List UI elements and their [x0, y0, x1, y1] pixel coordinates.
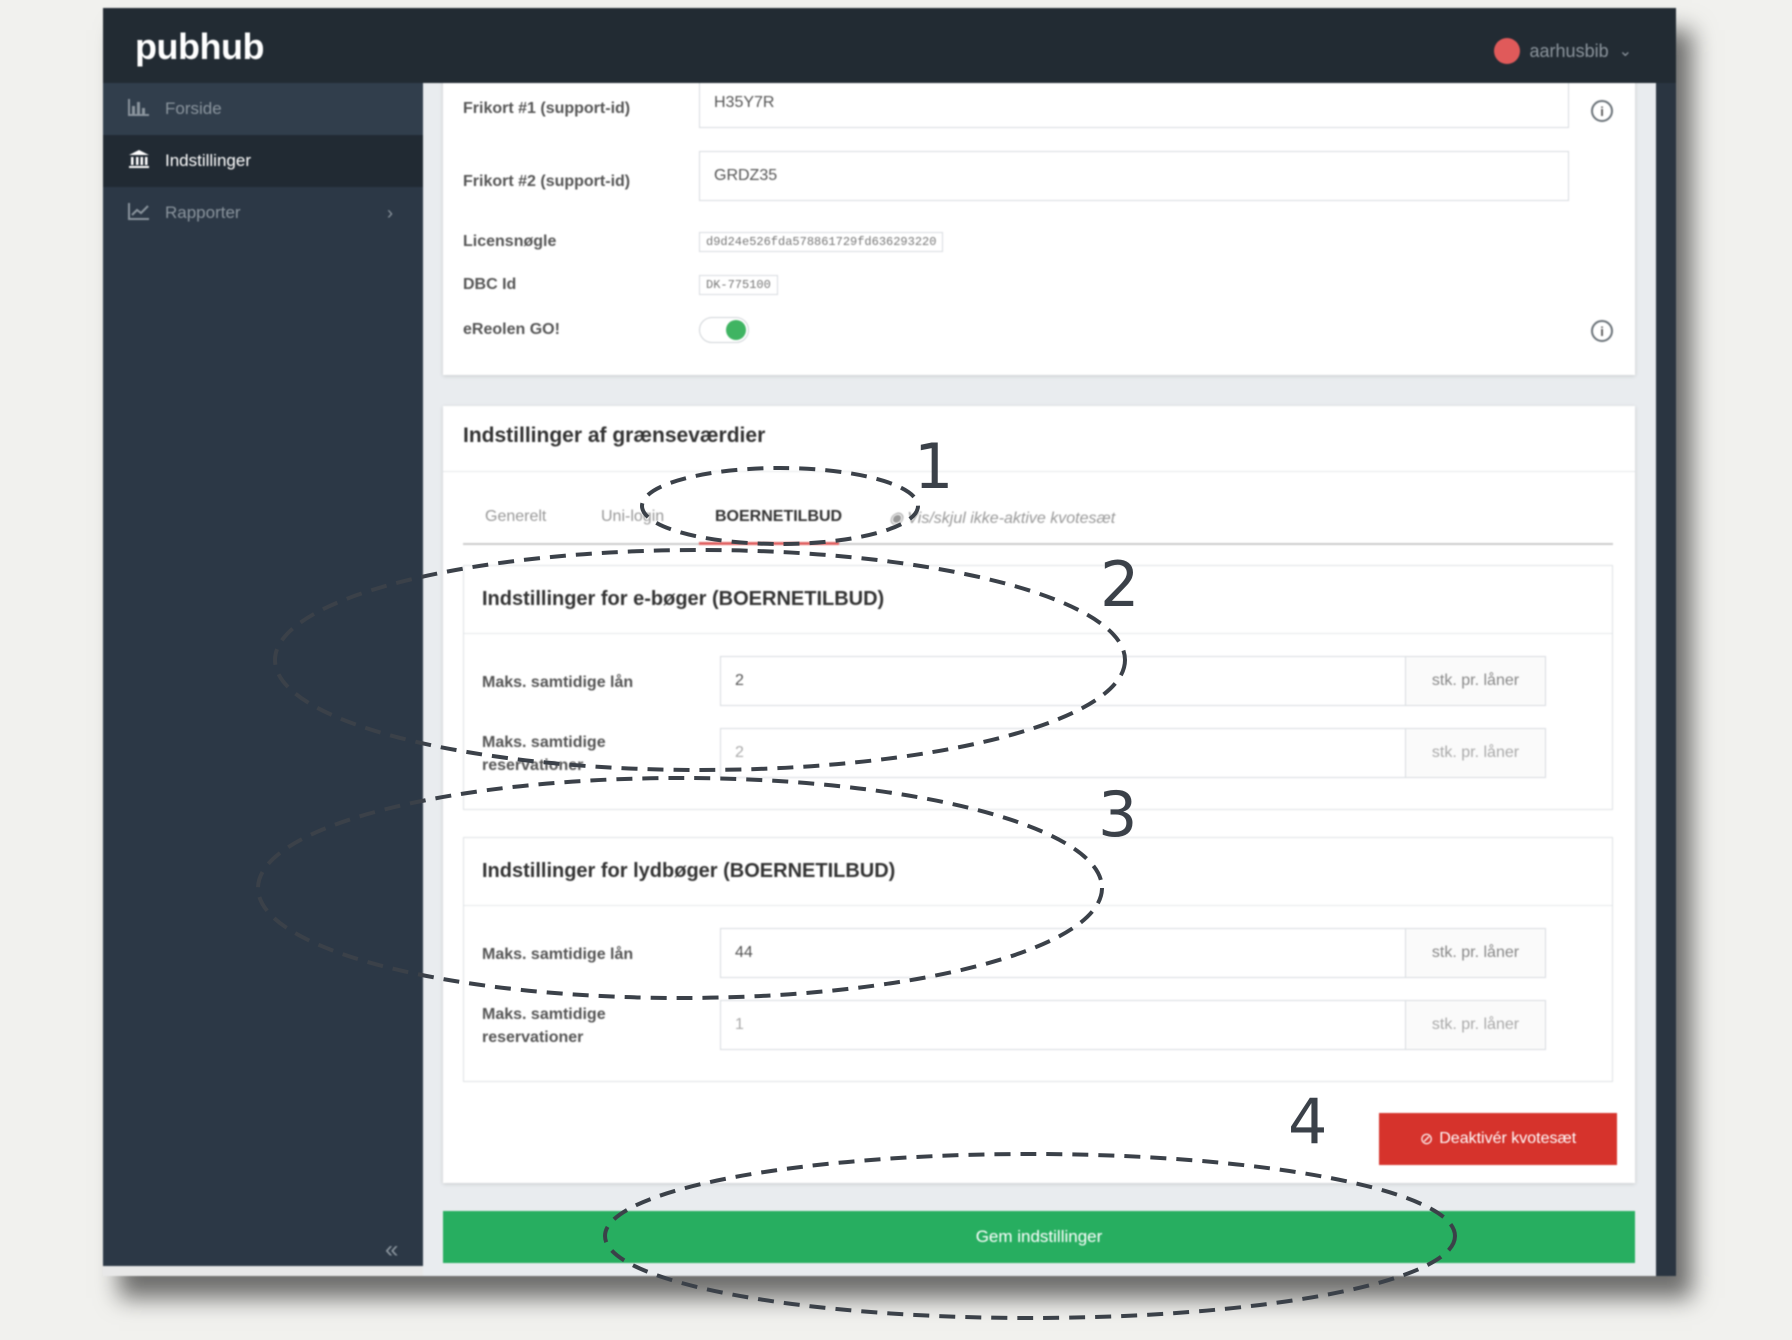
line-chart-icon [127, 202, 151, 225]
frikort1-label: Frikort #1 (support-id) [463, 100, 631, 117]
license-label: Licensnøgle [463, 233, 557, 250]
audiobooks-loans-group: 44 stk. pr. låner [720, 928, 1546, 978]
audiobooks-reservations-group: 1 stk. pr. låner [720, 1000, 1546, 1050]
annotation-number-1: 1 [914, 430, 954, 503]
ebooks-panel-title: Indstillinger for e-bøger (BOERNETILBUD) [464, 566, 1612, 634]
bank-icon [127, 149, 151, 174]
info-icon[interactable]: i [1591, 320, 1613, 342]
frikort1-input[interactable]: H35Y7R [699, 83, 1569, 128]
ebooks-loans-group: 2 stk. pr. låner [720, 656, 1546, 706]
toggle-inactive-quotas-label: Vis/skjul ikke-aktive kvotesæt [907, 510, 1116, 527]
user-menu[interactable]: aarhusbib ⌄ [1493, 38, 1632, 64]
audiobooks-loans-label: Maks. samtidige lån [482, 946, 634, 963]
ban-icon: ⊘ [1419, 1131, 1434, 1148]
eye-icon: ◉ [889, 510, 908, 527]
audiobooks-reservations-unit: stk. pr. låner [1406, 1000, 1546, 1050]
tabs-underline [463, 543, 1613, 545]
ebooks-reservations-group: 2 stk. pr. låner [720, 728, 1546, 778]
dbc-id: DK-775100 [699, 275, 778, 295]
annotation-number-2: 2 [1100, 548, 1140, 621]
info-icon[interactable]: i [1591, 100, 1613, 122]
dbc-label: DBC Id [463, 276, 517, 293]
main-content: Frikort #1 (support-id) H35Y7R i Frikort… [423, 83, 1656, 1276]
sidebar-item-rapporter[interactable]: Rapporter › [103, 187, 423, 239]
app-logo[interactable]: pubhub [135, 26, 264, 68]
annotation-number-4: 4 [1288, 1085, 1328, 1158]
app-window: pubhub aarhusbib ⌄ Forside Indstillinger… [103, 8, 1676, 1276]
ebooks-reservations-unit: stk. pr. låner [1406, 728, 1546, 778]
library-settings-card: Frikort #1 (support-id) H35Y7R i Frikort… [443, 83, 1635, 375]
frikort2-input[interactable]: GRDZ35 [699, 151, 1569, 201]
chevron-down-icon: ⌄ [1618, 43, 1632, 60]
sidebar-footer [103, 1266, 423, 1276]
limits-title: Indstillinger af grænseværdier [463, 424, 766, 447]
toggle-knob [726, 320, 746, 340]
ereolen-toggle[interactable] [699, 317, 749, 343]
deactivate-label: Deaktivér kvotesæt [1439, 1130, 1577, 1147]
sidebar-item-label: Forside [165, 99, 222, 118]
annotation-number-3: 3 [1098, 778, 1138, 851]
library-avatar-icon [1493, 38, 1520, 64]
tab-generelt[interactable]: Generelt [485, 508, 546, 526]
audiobooks-reservations-input[interactable]: 1 [720, 1000, 1406, 1050]
ebooks-reservations-label: Maks. samtidige reservationer [482, 734, 606, 774]
bar-chart-icon [127, 98, 151, 121]
divider [443, 471, 1635, 472]
deactivate-quota-button[interactable]: ⊘ Deaktivér kvotesæt [1379, 1113, 1617, 1165]
ebooks-loans-unit: stk. pr. låner [1406, 656, 1546, 706]
sidebar-item-label: Indstillinger [165, 151, 251, 170]
audiobooks-loans-unit: stk. pr. låner [1406, 928, 1546, 978]
top-bar: pubhub aarhusbib ⌄ [103, 8, 1676, 83]
ebooks-loans-label: Maks. samtidige lån [482, 674, 634, 691]
active-tab-indicator [699, 542, 839, 545]
sidebar-item-indstillinger[interactable]: Indstillinger [103, 135, 423, 187]
save-settings-button[interactable]: Gem indstillinger [443, 1211, 1635, 1263]
sidebar-item-label: Rapporter [165, 203, 241, 222]
limits-card: Indstillinger af grænseværdier Generelt … [443, 406, 1635, 1183]
audiobooks-panel: Indstillinger for lydbøger (BOERNETILBUD… [463, 837, 1613, 1082]
ebooks-loans-input[interactable]: 2 [720, 656, 1406, 706]
ebooks-panel: Indstillinger for e-bøger (BOERNETILBUD)… [463, 565, 1613, 810]
tab-uni-login[interactable]: Uni-login [601, 508, 664, 526]
tab-boernetilbud[interactable]: BOERNETILBUD [715, 508, 842, 526]
ebooks-reservations-input[interactable]: 2 [720, 728, 1406, 778]
sidebar-item-forside[interactable]: Forside [103, 83, 423, 135]
sidebar: Forside Indstillinger Rapporter › « [103, 83, 423, 1276]
license-key: d9d24e526fda578861729fd636293220 [699, 232, 944, 252]
ereolen-label: eReolen GO! [463, 321, 560, 338]
frikort2-label: Frikort #2 (support-id) [463, 173, 631, 190]
audiobooks-loans-input[interactable]: 44 [720, 928, 1406, 978]
toggle-inactive-quotas-link[interactable]: ◉ Vis/skjul ikke-aktive kvotesæt [889, 508, 1115, 528]
user-name: aarhusbib [1529, 40, 1609, 61]
collapse-sidebar-icon[interactable]: « [385, 1236, 398, 1264]
chevron-right-icon: › [387, 202, 393, 223]
audiobooks-panel-title: Indstillinger for lydbøger (BOERNETILBUD… [464, 838, 1612, 906]
audiobooks-reservations-label: Maks. samtidige reservationer [482, 1006, 606, 1046]
